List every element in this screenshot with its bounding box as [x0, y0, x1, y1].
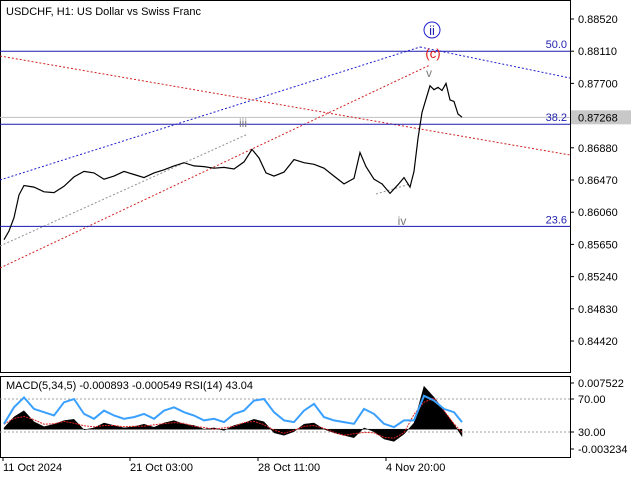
- time-tick-label: 21 Oct 03:00: [130, 462, 193, 474]
- upper-channel-line: [0, 46, 421, 181]
- chart-title: USDCHF, H1: US Dollar vs Swiss Franc: [6, 6, 201, 18]
- price-tick-label: 0.84830: [578, 304, 618, 316]
- time-tick-label: 28 Oct 11:00: [258, 462, 320, 474]
- fib-level-label: 50.0: [546, 39, 567, 51]
- price-tick-label: 0.84420: [578, 336, 618, 348]
- price-tick-label: 0.87700: [578, 78, 618, 90]
- wave-iv-line: [375, 183, 411, 195]
- price-tick-label: 0.85650: [578, 239, 618, 251]
- wave-label-iv: iv: [398, 214, 407, 228]
- indicator-tick-label: -0.003234: [578, 444, 628, 456]
- indicator-title: MACD(5,34,5) -0.000893 -0.000549 RSI(14)…: [6, 380, 253, 392]
- price-tick-label: 0.86880: [578, 143, 618, 155]
- time-tick-label: 4 Nov 20:00: [386, 462, 445, 474]
- wave-iii-line: [0, 133, 249, 247]
- indicator-tick-label: 0.007522: [578, 378, 624, 390]
- price-tick-label: 0.86060: [578, 207, 618, 219]
- red-trend-line: [0, 55, 570, 156]
- wave-label-c: (c): [425, 46, 440, 61]
- fib-level-label: 38.2: [546, 112, 567, 124]
- fib-level-label: 23.6: [546, 214, 567, 226]
- time-tick-label: 11 Oct 2024: [3, 462, 62, 474]
- price-line: [3, 81, 463, 240]
- current-price-label: 0.87268: [578, 112, 618, 124]
- price-chart: 50.0 38.2 23.6 ii (c) v iii iv 0.88520 0.88110 0.…: [0, 0, 631, 474]
- indicator-tick-label: 30.00: [578, 427, 606, 439]
- indicator-tick-label: 70.00: [578, 394, 606, 406]
- wave-label-iii: iii: [239, 116, 247, 130]
- price-tick-label: 0.88110: [578, 46, 617, 58]
- price-tick-label: 0.85240: [578, 272, 618, 284]
- wave-label-ii: ii: [429, 23, 435, 38]
- wave-label-v: v: [426, 66, 432, 80]
- price-tick-label: 0.88520: [578, 14, 618, 26]
- main-panel: [0, 0, 571, 373]
- price-tick-label: 0.86470: [578, 175, 618, 187]
